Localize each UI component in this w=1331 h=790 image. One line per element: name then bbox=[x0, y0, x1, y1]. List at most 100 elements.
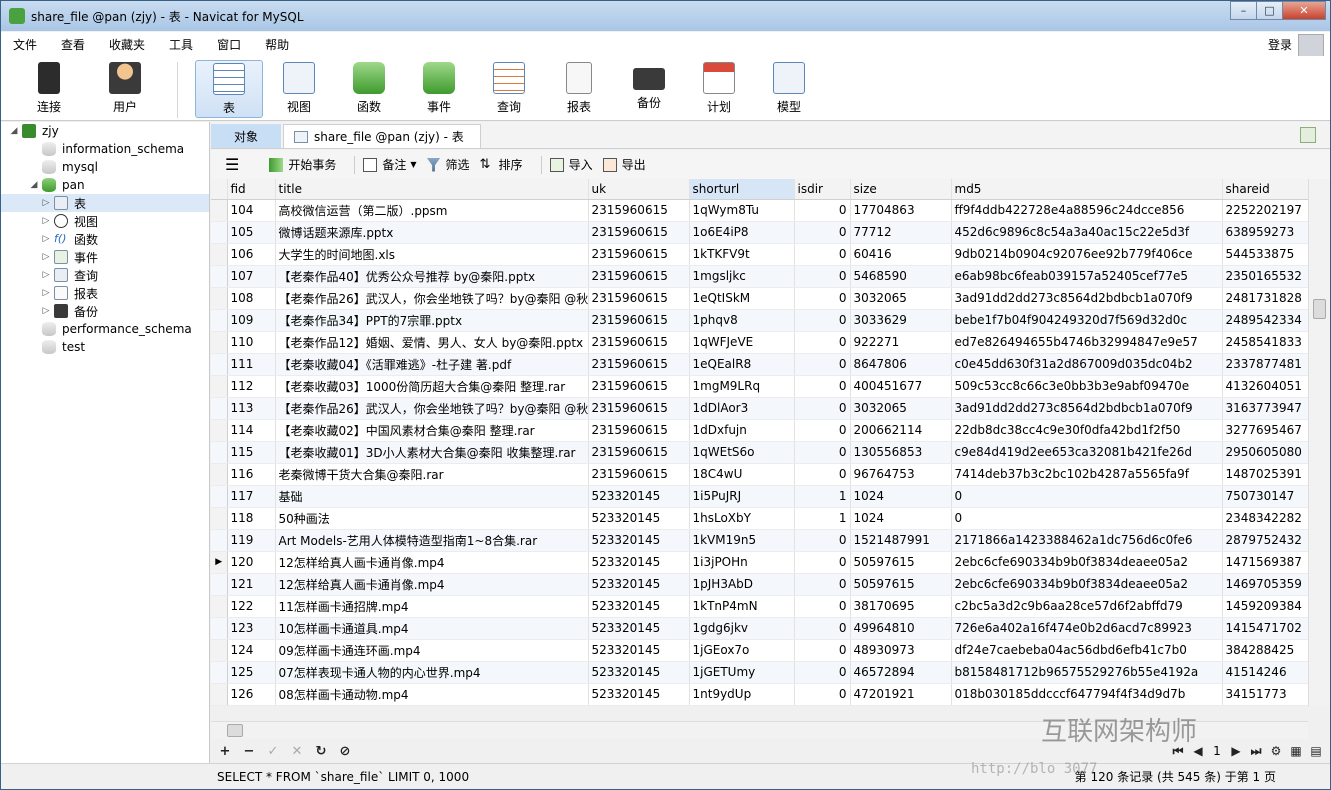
cell-uk[interactable]: 523320145 bbox=[588, 551, 690, 574]
expand-arrow-icon[interactable]: ▷ bbox=[41, 198, 51, 208]
cell-isdir[interactable]: 0 bbox=[794, 265, 851, 288]
table-row[interactable]: 119 Art Models-艺用人体模特造型指南1~8合集.rar 5233201… bbox=[211, 529, 1308, 552]
cell-size[interactable]: 17704863 bbox=[850, 199, 952, 222]
expand-arrow-icon[interactable]: ▷ bbox=[41, 288, 51, 298]
cell-md5[interactable]: bebe1f7b04f904249320d7f569d32d0c bbox=[951, 309, 1223, 332]
close-button[interactable]: ✕ bbox=[1282, 1, 1326, 20]
reports-button[interactable]: 报表 bbox=[545, 60, 613, 118]
cell-fid[interactable]: 105 bbox=[227, 221, 276, 244]
cell-shorturl[interactable]: 1jGETUmy bbox=[689, 661, 795, 684]
cell-shareid[interactable]: 544533875 bbox=[1222, 243, 1308, 266]
row-marker[interactable] bbox=[211, 265, 228, 288]
menu-tools[interactable]: 工具 bbox=[157, 36, 205, 53]
table-row[interactable]: 117 基础 523320145 1i5PuJRJ 1 1024 0 750730147 bbox=[211, 485, 1308, 508]
cell-size[interactable]: 48930973 bbox=[850, 639, 952, 662]
cell-fid[interactable]: 111 bbox=[227, 353, 276, 376]
cell-md5[interactable]: 3ad91dd2dd273c8564d2bdbcb1a070f9 bbox=[951, 287, 1223, 310]
table-row[interactable]: 121 12怎样给真人画卡通肖像.mp4 523320145 1pJH3AbD 0 505… bbox=[211, 573, 1308, 596]
table-row[interactable]: 113 【老秦作品26】武汉人，你会坐地铁了吗？by@秦阳 @秋 231596061… bbox=[211, 397, 1308, 420]
cell-shareid[interactable]: 2489542334 bbox=[1222, 309, 1308, 332]
cell-isdir[interactable]: 1 bbox=[794, 507, 851, 530]
table-row[interactable]: 104 高校微信运营（第二版）.ppsm 2315960615 1qWym8Tu 0 17… bbox=[211, 199, 1308, 222]
cell-fid[interactable]: 106 bbox=[227, 243, 276, 266]
cell-title[interactable]: Art Models-艺用人体模特造型指南1~8合集.rar bbox=[275, 529, 589, 552]
cell-shorturl[interactable]: 1mgM9LRq bbox=[689, 375, 795, 398]
cell-fid[interactable]: 117 bbox=[227, 485, 276, 508]
cell-uk[interactable]: 523320145 bbox=[588, 595, 690, 618]
cell-title[interactable]: 【老秦作品40】优秀公众号推荐 by@秦阳.pptx bbox=[275, 265, 589, 288]
cell-shareid[interactable]: 1415471702 bbox=[1222, 617, 1308, 640]
begin-transaction-button[interactable]: 开始事务 bbox=[269, 156, 336, 173]
cell-fid[interactable]: 112 bbox=[227, 375, 276, 398]
table-row[interactable]: ▶ 120 12怎样给真人画卡通肖像.mp4 523320145 1i3jPOHn 0 50… bbox=[211, 551, 1308, 574]
cell-shorturl[interactable]: 1dDlAor3 bbox=[689, 397, 795, 420]
cell-shareid[interactable]: 2350165532 bbox=[1222, 265, 1308, 288]
cell-uk[interactable]: 2315960615 bbox=[588, 375, 690, 398]
cell-fid[interactable]: 122 bbox=[227, 595, 276, 618]
cell-md5[interactable]: df24e7caebeba04ac56dbd6efb41c7b0 bbox=[951, 639, 1223, 662]
menu-window[interactable]: 窗口 bbox=[205, 36, 253, 53]
cell-md5[interactable]: b8158481712b96575529276b55e4192a bbox=[951, 661, 1223, 684]
cell-title[interactable]: 10怎样画卡通道具.mp4 bbox=[275, 617, 589, 640]
cell-uk[interactable]: 2315960615 bbox=[588, 309, 690, 332]
cell-uk[interactable]: 2315960615 bbox=[588, 353, 690, 376]
column-header-uk[interactable]: uk bbox=[588, 179, 690, 200]
cell-shareid[interactable]: 2337877481 bbox=[1222, 353, 1308, 376]
cell-isdir[interactable]: 0 bbox=[794, 221, 851, 244]
table-row[interactable]: 126 08怎样画卡通动物.mp4 523320145 1nt9ydUp 0 472019… bbox=[211, 683, 1308, 706]
cell-size[interactable]: 200662114 bbox=[850, 419, 952, 442]
tab-objects[interactable]: 对象 bbox=[211, 124, 281, 148]
cell-size[interactable]: 46572894 bbox=[850, 661, 952, 684]
cell-md5[interactable]: 509c53cc8c66c3e0bb3b3e9abf09470e bbox=[951, 375, 1223, 398]
cell-shorturl[interactable]: 1pJH3AbD bbox=[689, 573, 795, 596]
row-marker[interactable] bbox=[211, 375, 228, 398]
cell-isdir[interactable]: 0 bbox=[794, 441, 851, 464]
table-row[interactable]: 115 【老秦收藏01】3D小人素材大合集@秦阳 收集整理.rar 23159606… bbox=[211, 441, 1308, 464]
cell-title[interactable]: 【老秦收藏02】中国风素材合集@秦阳 整理.rar bbox=[275, 419, 589, 442]
form-view-icon[interactable]: ▤ bbox=[1306, 744, 1326, 758]
cell-md5[interactable]: 018b030185ddcccf647794f4f34d9d7b bbox=[951, 683, 1223, 706]
row-marker[interactable] bbox=[211, 485, 228, 508]
tree-pan-queries[interactable]: ▷ 查询 bbox=[41, 266, 98, 284]
cell-title[interactable]: 【老秦收藏01】3D小人素材大合集@秦阳 收集整理.rar bbox=[275, 441, 589, 464]
menu-icon[interactable]: ☰ bbox=[225, 155, 239, 174]
cell-isdir[interactable]: 0 bbox=[794, 309, 851, 332]
cell-title[interactable]: 12怎样给真人画卡通肖像.mp4 bbox=[275, 551, 589, 574]
row-marker[interactable] bbox=[211, 639, 228, 662]
cell-uk[interactable]: 523320145 bbox=[588, 573, 690, 596]
column-header-fid[interactable]: fid bbox=[227, 179, 276, 200]
cell-isdir[interactable]: 0 bbox=[794, 419, 851, 442]
table-row[interactable]: 109 【老秦作品34】PPT的7宗罪.pptx 2315960615 1phqv8 0… bbox=[211, 309, 1308, 332]
row-marker[interactable] bbox=[211, 331, 228, 354]
cell-title[interactable]: 【老秦作品26】武汉人，你会坐地铁了吗？by@秦阳 @秋 bbox=[275, 287, 589, 310]
cell-shorturl[interactable]: 1i3jPOHn bbox=[689, 551, 795, 574]
cell-isdir[interactable]: 0 bbox=[794, 287, 851, 310]
cell-uk[interactable]: 523320145 bbox=[588, 683, 690, 706]
column-header-isdir[interactable]: isdir bbox=[794, 179, 851, 200]
cell-isdir[interactable]: 0 bbox=[794, 199, 851, 222]
events-button[interactable]: 事件 bbox=[405, 60, 473, 118]
cell-size[interactable]: 922271 bbox=[850, 331, 952, 354]
cell-uk[interactable]: 523320145 bbox=[588, 639, 690, 662]
functions-button[interactable]: 函数 bbox=[335, 60, 403, 118]
cell-size[interactable]: 8647806 bbox=[850, 353, 952, 376]
row-marker[interactable] bbox=[211, 661, 228, 684]
cell-fid[interactable]: 121 bbox=[227, 573, 276, 596]
cell-uk[interactable]: 2315960615 bbox=[588, 331, 690, 354]
row-marker[interactable] bbox=[211, 573, 228, 596]
cell-shorturl[interactable]: 1phqv8 bbox=[689, 309, 795, 332]
cell-shareid[interactable]: 750730147 bbox=[1222, 485, 1308, 508]
cell-fid[interactable]: 109 bbox=[227, 309, 276, 332]
cell-fid[interactable]: 110 bbox=[227, 331, 276, 354]
cell-uk[interactable]: 2315960615 bbox=[588, 463, 690, 486]
cell-title[interactable]: 【老秦收藏03】1000份简历超大合集@秦阳 整理.rar bbox=[275, 375, 589, 398]
cell-md5[interactable]: 0 bbox=[951, 485, 1223, 508]
scroll-thumb[interactable] bbox=[1313, 299, 1326, 319]
cell-size[interactable]: 96764753 bbox=[850, 463, 952, 486]
collapse-arrow-icon[interactable]: ◢ bbox=[29, 180, 39, 190]
cell-fid[interactable]: 126 bbox=[227, 683, 276, 706]
menu-favorites[interactable]: 收藏夹 bbox=[97, 36, 157, 53]
cell-shorturl[interactable]: 1i5PuJRJ bbox=[689, 485, 795, 508]
cell-title[interactable]: 12怎样给真人画卡通肖像.mp4 bbox=[275, 573, 589, 596]
cell-isdir[interactable]: 0 bbox=[794, 661, 851, 684]
